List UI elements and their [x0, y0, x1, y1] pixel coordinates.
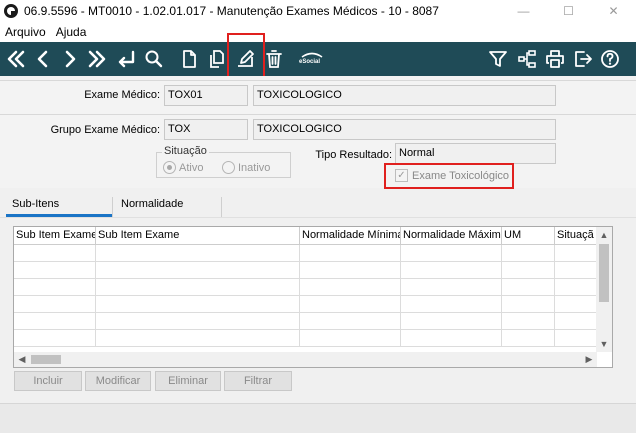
horizontal-scroll-thumb[interactable] — [31, 355, 61, 364]
scroll-left-icon[interactable]: ◀ — [14, 352, 30, 367]
modificar-button[interactable]: Modificar — [85, 371, 151, 391]
title-bar: 06.9.5596 - MT0010 - 1.02.01.017 - Manut… — [0, 0, 636, 22]
column-header[interactable]: Normalidade Máxima — [401, 227, 502, 245]
scroll-right-icon[interactable]: ▶ — [581, 352, 597, 367]
toxicologico-highlight — [384, 163, 514, 189]
previous-record-button[interactable] — [31, 47, 55, 71]
first-icon — [7, 50, 25, 68]
grupo-label: Grupo Exame Médico: — [50, 124, 160, 136]
help-button[interactable] — [598, 47, 622, 71]
radio-ativo-circle — [163, 161, 176, 174]
tab-normalidade[interactable]: Normalidade — [115, 195, 189, 217]
menu-bar: Arquivo Ajuda — [0, 22, 636, 42]
help-icon — [601, 50, 619, 68]
column-header[interactable]: Normalidade Mínima — [300, 227, 401, 245]
search-icon — [145, 50, 163, 68]
menu-ajuda[interactable]: Ajuda — [51, 25, 92, 39]
tipo-resultado-field[interactable]: Normal — [395, 143, 556, 164]
column-header[interactable]: Situaçã — [555, 227, 597, 245]
esocial-label: eSocial — [299, 59, 321, 65]
menu-arquivo[interactable]: Arquivo — [0, 25, 51, 39]
sub-itens-grid[interactable]: Sub Item Exame Sub Item Exame Normalidad… — [13, 226, 613, 368]
radio-ativo[interactable]: Ativo — [163, 161, 203, 174]
exame-label: Exame Médico: — [84, 89, 160, 101]
toolbar: eSocial — [0, 42, 636, 76]
horizontal-scrollbar[interactable]: ◀ ▶ — [14, 352, 597, 367]
exit-icon — [575, 51, 592, 67]
column-header[interactable]: Sub Item Exame — [96, 227, 300, 245]
radio-inativo-label: Inativo — [238, 161, 271, 174]
search-button[interactable] — [142, 47, 166, 71]
incluir-button[interactable]: Incluir — [14, 371, 82, 391]
table-row[interactable] — [14, 245, 597, 262]
next-record-button[interactable] — [58, 47, 82, 71]
print-button[interactable] — [543, 47, 567, 71]
grupo-code-field[interactable]: TOX — [164, 119, 248, 140]
tipo-resultado-label: Tipo Resultado: — [315, 149, 392, 161]
print-icon — [546, 50, 564, 68]
delete-button[interactable] — [262, 47, 286, 71]
tab-bottom-line — [0, 217, 636, 218]
grupo-desc-field[interactable]: TOXICOLOGICO — [253, 119, 556, 140]
tab-separator — [221, 197, 222, 217]
radio-inativo-circle — [222, 161, 235, 174]
table-row[interactable] — [14, 330, 597, 347]
exame-code-field[interactable]: TOX01 — [164, 85, 248, 106]
first-record-button[interactable] — [4, 47, 28, 71]
next-icon — [65, 50, 76, 68]
maximize-button[interactable]: ☐ — [546, 0, 591, 22]
copy-button[interactable] — [205, 47, 229, 71]
table-row[interactable] — [14, 262, 597, 279]
table-row[interactable] — [14, 296, 597, 313]
filter-button[interactable] — [486, 47, 510, 71]
close-button[interactable]: ✕ — [591, 0, 636, 22]
table-row[interactable] — [14, 279, 597, 296]
enter-button[interactable] — [114, 47, 138, 71]
enter-icon — [118, 50, 135, 68]
separator — [0, 80, 636, 81]
status-bar — [0, 403, 636, 433]
scroll-up-icon[interactable]: ▲ — [596, 227, 612, 243]
delete-icon — [266, 50, 282, 68]
column-header[interactable]: Sub Item Exame — [14, 227, 96, 245]
last-icon — [88, 50, 106, 68]
hierarchy-button[interactable] — [515, 47, 539, 71]
separator — [0, 114, 636, 115]
radio-inativo[interactable]: Inativo — [222, 161, 270, 174]
window-controls: — ☐ ✕ — [501, 0, 636, 22]
filtrar-button[interactable]: Filtrar — [224, 371, 292, 391]
scroll-down-icon[interactable]: ▼ — [596, 336, 612, 352]
vertical-scrollbar[interactable]: ▲ ▼ — [596, 227, 612, 352]
new-button[interactable] — [177, 47, 201, 71]
previous-icon — [37, 50, 48, 68]
edit-button-highlight — [227, 33, 265, 81]
new-document-icon — [183, 50, 196, 68]
column-header[interactable]: UM — [502, 227, 555, 245]
exame-desc-field[interactable]: TOXICOLOGICO — [253, 85, 556, 106]
table-row[interactable] — [14, 313, 597, 330]
esocial-button[interactable]: eSocial — [297, 47, 327, 71]
tab-separator — [112, 197, 113, 217]
situacao-title: Situação — [162, 145, 209, 157]
minimize-button[interactable]: — — [501, 0, 546, 22]
hierarchy-icon — [518, 50, 536, 68]
grid-header: Sub Item Exame Sub Item Exame Normalidad… — [14, 227, 597, 245]
tab-bar: Sub-Itens Normalidade — [0, 195, 636, 217]
exit-button[interactable] — [571, 47, 595, 71]
window-title: 06.9.5596 - MT0010 - 1.02.01.017 - Manut… — [24, 4, 439, 18]
radio-ativo-label: Ativo — [179, 161, 204, 174]
vertical-scroll-thumb[interactable] — [599, 244, 609, 302]
copy-icon — [210, 50, 224, 68]
app-icon — [4, 4, 18, 18]
last-record-button[interactable] — [85, 47, 109, 71]
filter-icon — [489, 51, 507, 67]
tab-sub-itens[interactable]: Sub-Itens — [6, 195, 112, 217]
eliminar-button[interactable]: Eliminar — [155, 371, 221, 391]
